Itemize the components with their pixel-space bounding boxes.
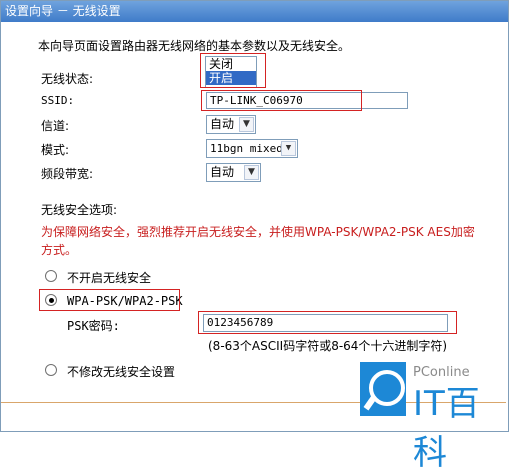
status-highlight [200,53,266,88]
radio-keep-security[interactable] [45,364,57,376]
ssid-highlight [201,90,362,111]
radio-no-security[interactable] [45,270,57,282]
bandwidth-value: 自动 [210,165,235,179]
status-label: 无线状态: [41,72,94,86]
wpa-highlight [39,289,180,311]
chevron-down-icon: ▼ [239,117,254,132]
logo-big-text: IT百科 [413,384,481,473]
no-security-label: 不开启无线安全 [67,271,152,285]
security-section-label: 无线安全选项: [41,203,118,217]
channel-label: 信道: [41,119,70,133]
security-warning: 为保障网络安全，强烈推荐开启无线安全，并使用WPA-PSK/WPA2-PSK A… [41,225,475,257]
mode-label: 模式: [41,143,70,157]
ssid-label: SSID: [41,94,75,107]
chevron-down-icon: ▼ [281,141,296,156]
channel-select[interactable]: 自动 ▼ [206,115,256,134]
psk-label: PSK密码: [67,319,120,333]
title-bar: 设置向导 － 无线设置 [1,1,508,22]
search-icon [360,362,406,416]
channel-value: 自动 [210,117,235,131]
psk-highlight [198,311,457,334]
mode-select[interactable]: 11bgn mixed ▼ [206,139,298,158]
bandwidth-select[interactable]: 自动 ▼ [206,163,261,182]
chevron-down-icon: ▼ [244,165,259,180]
mode-value: 11bgn mixed [210,142,283,155]
intro-text: 本向导页面设置路由器无线网络的基本参数以及无线安全。 [38,39,351,53]
keep-security-label: 不修改无线安全设置 [67,365,176,379]
pconline-logo: PConline IT百科 [356,362,506,473]
psk-hint: (8-63个ASCII码字符或8-64个十六进制字符) [208,339,448,353]
bandwidth-label: 频段带宽: [41,167,94,181]
